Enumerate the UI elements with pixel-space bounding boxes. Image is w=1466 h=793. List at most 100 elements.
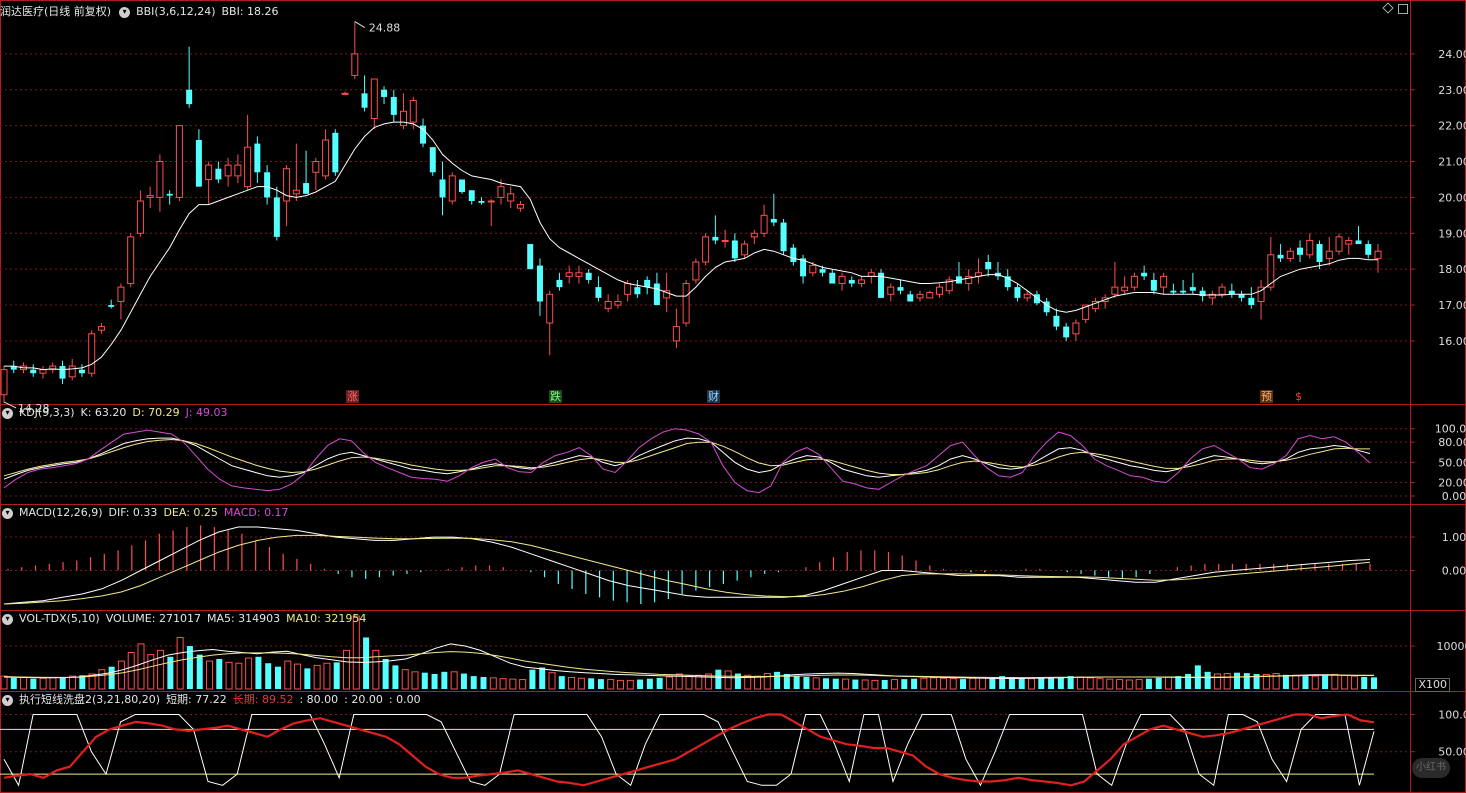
volume-bar [411, 671, 419, 690]
candle-body [322, 139, 330, 177]
candle-body [78, 369, 85, 374]
candle-body [692, 261, 700, 281]
price-tick-label: 17.00 [1438, 299, 1466, 312]
candle-body [497, 186, 505, 198]
volume-bar [960, 679, 966, 689]
indicator-menu-icon[interactable]: ▾ [119, 6, 131, 18]
volume-bar [715, 669, 722, 689]
volume-bar [754, 675, 761, 690]
zx-tick-label: 50.00 [1438, 746, 1466, 759]
tag-finance[interactable]: 财 [707, 390, 720, 403]
candle-body [351, 53, 359, 76]
candle-body [1306, 239, 1314, 256]
volume-bar [842, 678, 850, 690]
volume-bar [509, 678, 517, 690]
volume-bar [724, 670, 732, 690]
kdj-menu-icon[interactable]: ▾ [2, 407, 13, 419]
volume-bar [499, 678, 507, 690]
tag-dollar[interactable]: $ [1294, 390, 1303, 403]
volume-bar [911, 678, 918, 689]
volume-bar [265, 663, 272, 689]
candle-body [1160, 275, 1168, 288]
candle-body [127, 236, 135, 285]
candle-body [303, 183, 310, 194]
volume-bar [117, 660, 125, 690]
volume-bar [969, 677, 977, 690]
volume-bar [539, 667, 546, 689]
candle-body [1345, 239, 1353, 245]
candle-body [68, 365, 76, 378]
stock-chart-canvas: 24.00 23.00 22.00 21.00 20.00 19.00 18.00 17.00… [0, 0, 1466, 793]
volume-bar [685, 675, 693, 690]
volume-bar [588, 678, 595, 689]
tag-up[interactable]: 涨 [346, 390, 359, 403]
candle-body [186, 89, 193, 105]
candle-body [136, 200, 144, 234]
volume-bar [49, 677, 57, 690]
kdj-d: D: 70.29 [132, 406, 180, 419]
volume-bar [548, 672, 556, 690]
high-pointer [354, 21, 366, 29]
candle-body [264, 172, 271, 198]
candle-body [312, 161, 320, 173]
candle-body [926, 292, 934, 299]
candle-body [741, 243, 749, 256]
volume-bar [1371, 677, 1377, 689]
zx-menu-icon[interactable]: ▾ [2, 694, 13, 706]
candle-body [459, 179, 465, 193]
volume-bar [108, 666, 115, 689]
volume-bar [871, 679, 879, 690]
candle-body [468, 190, 475, 201]
candle-body [634, 287, 641, 295]
tag-forecast[interactable]: 预 [1260, 390, 1273, 403]
candle-body [585, 272, 592, 280]
macd-menu-icon[interactable]: ▾ [2, 507, 13, 519]
volume-bar [245, 657, 253, 690]
volume-bar [255, 656, 262, 689]
volume-bar [646, 678, 653, 689]
candle-body [1111, 286, 1119, 295]
candle-body [429, 147, 436, 173]
candle-body [1033, 294, 1040, 304]
volume-bar [1165, 676, 1172, 690]
macd-header: ▾ MACD(12,26,9) DIF: 0.33 DEA: 0.25 MACD… [0, 505, 295, 521]
price-tick-label: 21.00 [1438, 156, 1466, 169]
volume-bar [568, 676, 576, 690]
bbi-name: BBI(3,6,12,24) [136, 5, 216, 18]
tag-down[interactable]: 跌 [549, 390, 562, 403]
zx-l80: : 80.00 [299, 693, 339, 706]
candle-body [1355, 240, 1362, 245]
kdj-tick-label: 80.00 [1438, 436, 1466, 449]
volume-bar [1234, 672, 1240, 689]
candle-body [0, 369, 8, 396]
volume-bar [665, 676, 673, 690]
volume-bar [861, 679, 869, 690]
candle-body [175, 125, 183, 198]
price-tick-label: 19.00 [1438, 227, 1466, 240]
diamond-icon[interactable] [1382, 2, 1394, 14]
candle-body [750, 232, 758, 238]
window-controls [1382, 2, 1408, 14]
volume-bar [421, 672, 428, 689]
kdj-k: K: 63.20 [80, 406, 127, 419]
candle-body [721, 239, 729, 242]
maximize-icon[interactable] [1398, 4, 1408, 14]
bbi-value: BBI: 18.26 [221, 5, 279, 18]
main-header: 润达医疗(日线 前复权) ▾ BBI(3,6,12,24) BBI: 18.26 [0, 4, 285, 20]
price-tick-label: 20.00 [1438, 191, 1466, 204]
volume-bar [98, 669, 106, 690]
kdj-tick-label: 50.00 [1438, 456, 1466, 469]
volume-bar [1282, 674, 1289, 689]
volume-bar [450, 671, 458, 690]
macd-dea-line [3, 534, 1371, 605]
volume-bar [206, 660, 213, 690]
price-tick-label: 18.00 [1438, 263, 1466, 276]
volume-bar [774, 671, 781, 689]
volume-bar [1341, 674, 1349, 690]
candle-body [985, 262, 992, 270]
vol-menu-icon[interactable]: ▾ [2, 613, 13, 625]
candle-body [292, 189, 300, 195]
candle-body [1023, 293, 1031, 299]
kdj-name: KDJ(9,3,3) [19, 406, 75, 419]
candle-body [809, 265, 817, 274]
